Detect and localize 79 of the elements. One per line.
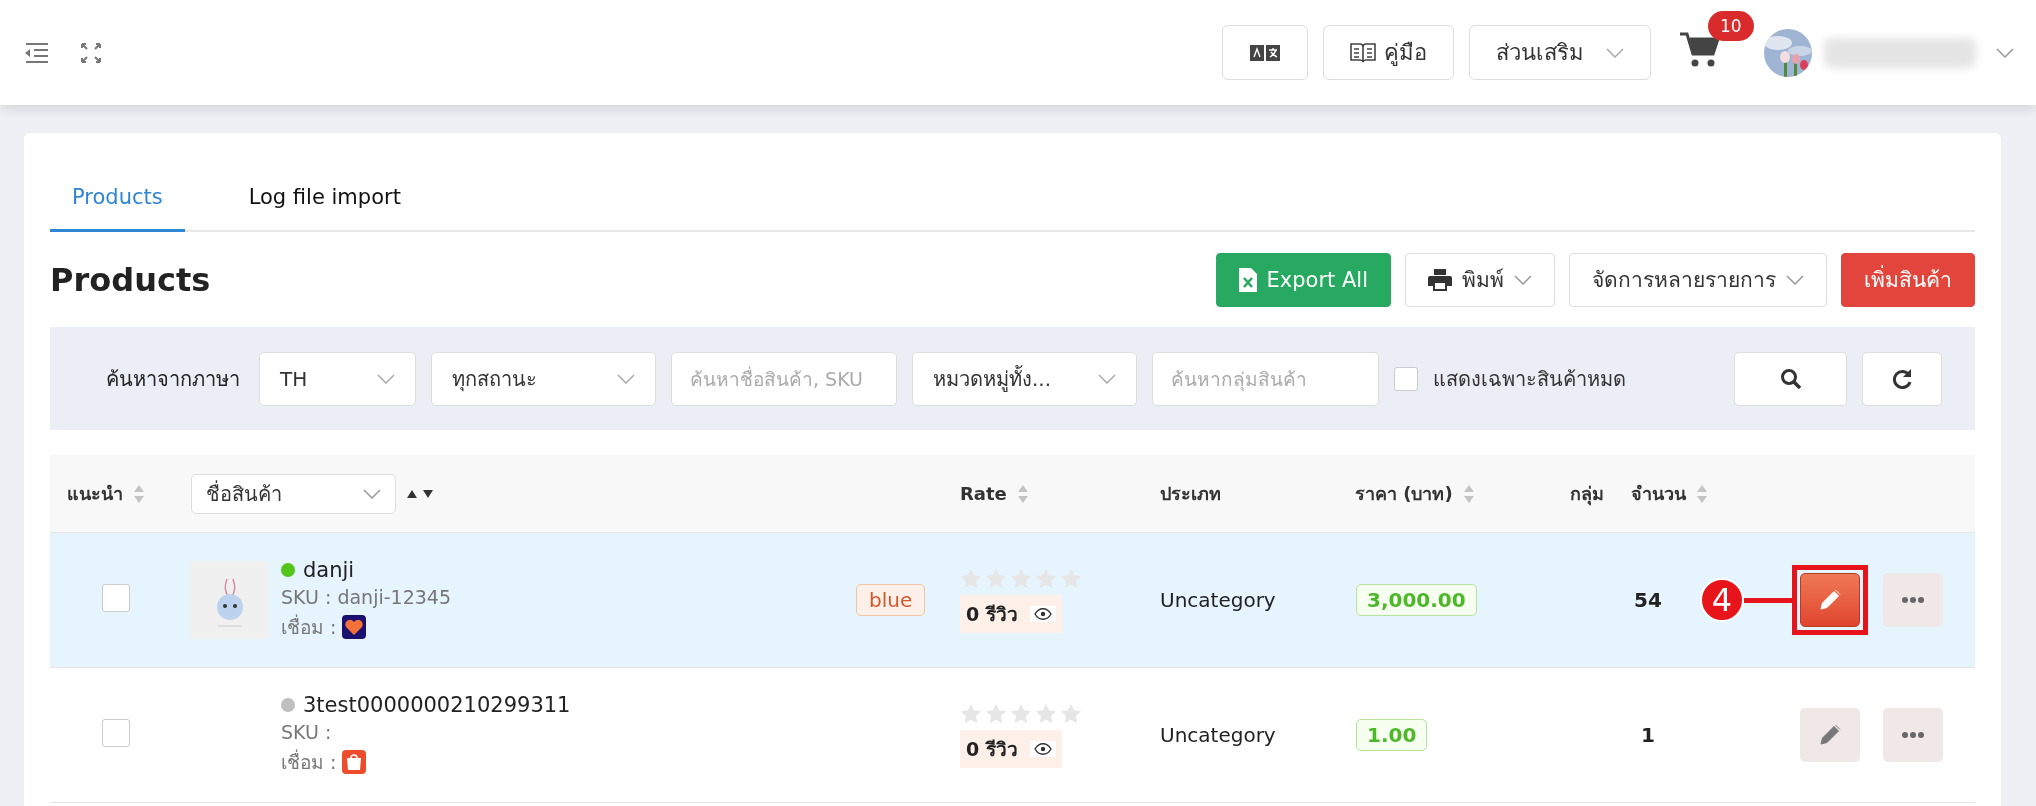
chevron-down-icon bbox=[617, 373, 635, 384]
checkbox[interactable] bbox=[1394, 366, 1418, 391]
row-checkbox[interactable] bbox=[102, 583, 130, 612]
language-select[interactable]: TH bbox=[259, 351, 416, 406]
cart-icon[interactable] bbox=[1680, 30, 1720, 69]
more-icon bbox=[1902, 597, 1924, 603]
book-icon bbox=[1350, 41, 1376, 64]
column-header: แนะนำ bbox=[67, 482, 123, 506]
pencil-icon bbox=[1818, 588, 1842, 612]
product-type: Uncategory bbox=[1159, 723, 1277, 747]
addons-dropdown[interactable]: ส่วนเสริม bbox=[1469, 25, 1651, 80]
column-header: จำนวน bbox=[1631, 482, 1686, 506]
refresh-button[interactable] bbox=[1862, 351, 1942, 406]
spreadsheet-icon bbox=[1238, 267, 1257, 292]
guide-button[interactable]: คู่มือ bbox=[1323, 25, 1454, 80]
product-tag: blue bbox=[856, 584, 926, 616]
column-header: ราคา (บาท) bbox=[1355, 482, 1453, 506]
print-button[interactable]: พิมพ์ bbox=[1405, 252, 1555, 307]
search-icon bbox=[1779, 367, 1802, 390]
row-checkbox[interactable] bbox=[102, 718, 130, 747]
fullscreen-icon[interactable] bbox=[80, 41, 102, 64]
checkbox-label: แสดงเฉพาะสินค้าหมด bbox=[1433, 365, 1626, 393]
edit-button[interactable] bbox=[1800, 573, 1860, 627]
bulk-actions-dropdown[interactable]: จัดการหลายรายการ bbox=[1569, 252, 1827, 307]
product-search-field[interactable]: ค้นหาชื่อสินค้า, SKU bbox=[671, 351, 897, 406]
product-sku: SKU : bbox=[281, 721, 333, 743]
column-header: Rate bbox=[960, 483, 1007, 504]
refresh-icon bbox=[1891, 367, 1913, 390]
translate-icon bbox=[1250, 44, 1280, 61]
star-icon bbox=[960, 702, 982, 724]
product-name[interactable]: 3test0000000210299311 bbox=[303, 693, 571, 717]
column-header: กลุ่ม bbox=[1570, 482, 1604, 508]
chevron-down-icon bbox=[1786, 274, 1804, 285]
search-button[interactable] bbox=[1734, 351, 1847, 406]
more-button[interactable] bbox=[1883, 573, 1943, 627]
quantity: 1 bbox=[1640, 723, 1656, 747]
column-header: ประเภท bbox=[1160, 482, 1221, 506]
shopping-bag-icon bbox=[342, 750, 367, 774]
linked-label: เชื่อม : bbox=[281, 748, 337, 775]
product-name[interactable]: danji bbox=[303, 558, 355, 582]
review-count[interactable]: 0 รีวิว bbox=[960, 729, 1062, 768]
chevron-down-icon bbox=[363, 488, 381, 499]
cart-count-badge: 10 bbox=[1708, 10, 1754, 41]
tab[interactable]: Log file import bbox=[226, 177, 423, 232]
star-icon bbox=[1060, 702, 1082, 724]
sort-icon[interactable] bbox=[406, 488, 434, 499]
linked-label: เชื่อม : bbox=[281, 613, 337, 640]
star-icon bbox=[1035, 702, 1057, 724]
eye-icon bbox=[1033, 742, 1052, 755]
chevron-down-icon bbox=[1996, 47, 2014, 58]
star-icon bbox=[985, 702, 1007, 724]
collapse-menu-icon[interactable] bbox=[24, 41, 50, 64]
page-title: Products bbox=[50, 260, 212, 299]
price-tag: 3,000.00 bbox=[1356, 584, 1477, 616]
status-select[interactable]: ทุกสถานะ bbox=[431, 351, 656, 406]
edit-button[interactable] bbox=[1800, 708, 1860, 762]
translate-button[interactable] bbox=[1222, 25, 1308, 80]
category-select[interactable]: หมวดหมู่ทั้ง... bbox=[912, 351, 1137, 406]
quantity: 54 bbox=[1633, 588, 1663, 612]
chevron-down-icon bbox=[1098, 373, 1116, 384]
eye-icon bbox=[1033, 607, 1052, 620]
product-type: Uncategory bbox=[1159, 588, 1277, 612]
more-button[interactable] bbox=[1883, 708, 1943, 762]
star-icon bbox=[1010, 702, 1032, 724]
chevron-down-icon bbox=[377, 373, 395, 384]
column-select[interactable]: ชื่อสินค้า bbox=[191, 473, 396, 514]
tab[interactable]: Products bbox=[50, 177, 185, 232]
filter-label: ค้นหาจากภาษา bbox=[106, 365, 240, 393]
chevron-down-icon bbox=[1606, 47, 1624, 58]
price-tag: 1.00 bbox=[1356, 719, 1428, 751]
printer-icon bbox=[1428, 268, 1452, 291]
chevron-down-icon bbox=[1514, 274, 1532, 285]
review-count[interactable]: 0 รีวิว bbox=[960, 594, 1062, 633]
product-sku: SKU : danji-12345 bbox=[281, 586, 451, 608]
pencil-icon bbox=[1818, 723, 1842, 747]
callout-number: 4 bbox=[1700, 578, 1744, 622]
group-search-field[interactable]: ค้นหากลุ่มสินค้า bbox=[1152, 351, 1379, 406]
more-icon bbox=[1902, 732, 1924, 738]
add-product-button[interactable]: เพิ่มสินค้า bbox=[1841, 252, 1975, 307]
